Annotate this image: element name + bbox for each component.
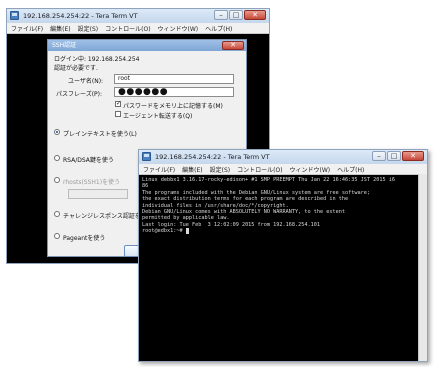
front-terminal-window[interactable]: 192.168.254.254:22 - Tera Term VT – □ ✕ … (138, 149, 428, 362)
username-field[interactable]: root (114, 74, 234, 84)
login-status: ログイン中: 192.168.254.254 (54, 56, 140, 63)
remember-password-label: パスワードをメモリ上に記憶する(M) (123, 103, 223, 110)
front-terminal-area[interactable]: Linux debbx1 3.16.17-rocky-edison+ #1 SM… (139, 175, 419, 361)
close-button[interactable]: ✕ (402, 151, 424, 161)
rhosts-field[interactable] (68, 189, 128, 199)
front-window-titlebar[interactable]: 192.168.254.254:22 - Tera Term VT – □ ✕ (139, 150, 427, 164)
menu-window[interactable]: ウィンドウ(W) (290, 165, 331, 174)
back-window-title: 192.168.254.254:22 - Tera Term VT (23, 12, 138, 20)
pageant-radio[interactable] (54, 233, 60, 239)
maximize-button[interactable]: □ (387, 151, 401, 161)
pageant-label: Pageantを使う (63, 235, 106, 242)
close-button[interactable]: ✕ (244, 10, 266, 20)
passphrase-field[interactable]: ●●●●●● (114, 87, 234, 97)
menu-setup[interactable]: 設定(S) (210, 165, 231, 174)
passphrase-label: パスフレーズ(P): (56, 91, 103, 98)
menu-control[interactable]: コントロール(O) (237, 165, 282, 174)
minimize-button[interactable]: – (372, 151, 386, 161)
menu-help[interactable]: ヘルプ(H) (337, 165, 364, 174)
teraterm-icon (142, 152, 151, 161)
menu-setup[interactable]: 設定(S) (78, 24, 99, 33)
menu-help[interactable]: ヘルプ(H) (205, 24, 232, 33)
maximize-button[interactable]: □ (229, 10, 243, 20)
auth-required-text: 認証が必要です. (54, 65, 98, 72)
dialog-close-button[interactable]: ✕ (222, 41, 244, 50)
menu-file[interactable]: ファイル(F) (143, 165, 175, 174)
menu-edit[interactable]: 編集(E) (50, 24, 70, 33)
front-window-menubar: ファイル(F) 編集(E) 設定(S) コントロール(O) ウィンドウ(W) ヘ… (139, 164, 427, 175)
agent-forward-label: エージェント転送する(Q) (123, 113, 193, 120)
teraterm-icon (10, 11, 19, 20)
front-window-title: 192.168.254.254:22 - Tera Term VT (155, 153, 270, 161)
ssh-dialog-title: SSH認証 (48, 40, 246, 51)
rsa-radio[interactable] (54, 155, 60, 161)
terminal-cursor (185, 228, 189, 235)
menu-control[interactable]: コントロール(O) (105, 24, 150, 33)
menu-file[interactable]: ファイル(F) (11, 24, 43, 33)
remember-password-checkbox[interactable]: ✓ (115, 101, 121, 107)
terminal-line: Linux debbx1 3.16.17-rocky-edison+ #1 SM… (142, 177, 395, 183)
menu-window[interactable]: ウィンドウ(W) (158, 24, 199, 33)
menu-edit[interactable]: 編集(E) (182, 165, 202, 174)
username-label: ユーザ名(N): (68, 78, 104, 85)
minimize-button[interactable]: – (214, 10, 228, 20)
rhosts-radio[interactable] (54, 177, 60, 183)
plaintext-label: プレインテキストを使う(L) (63, 131, 137, 138)
back-window-titlebar[interactable]: 192.168.254.254:22 - Tera Term VT – □ ✕ (7, 9, 269, 23)
terminal-prompt: root@edbx1:~# (142, 228, 416, 235)
terminal-scrollbar[interactable] (418, 174, 427, 361)
rsa-label: RSA/DSA鍵を使う (63, 157, 114, 164)
back-window-menubar: ファイル(F) 編集(E) 設定(S) コントロール(O) ウィンドウ(W) ヘ… (7, 23, 269, 34)
challenge-radio[interactable] (54, 211, 60, 217)
agent-forward-checkbox[interactable] (115, 111, 121, 117)
plaintext-radio[interactable] (54, 129, 60, 135)
rhosts-label: rhosts(SSH1)を使う (63, 179, 121, 186)
